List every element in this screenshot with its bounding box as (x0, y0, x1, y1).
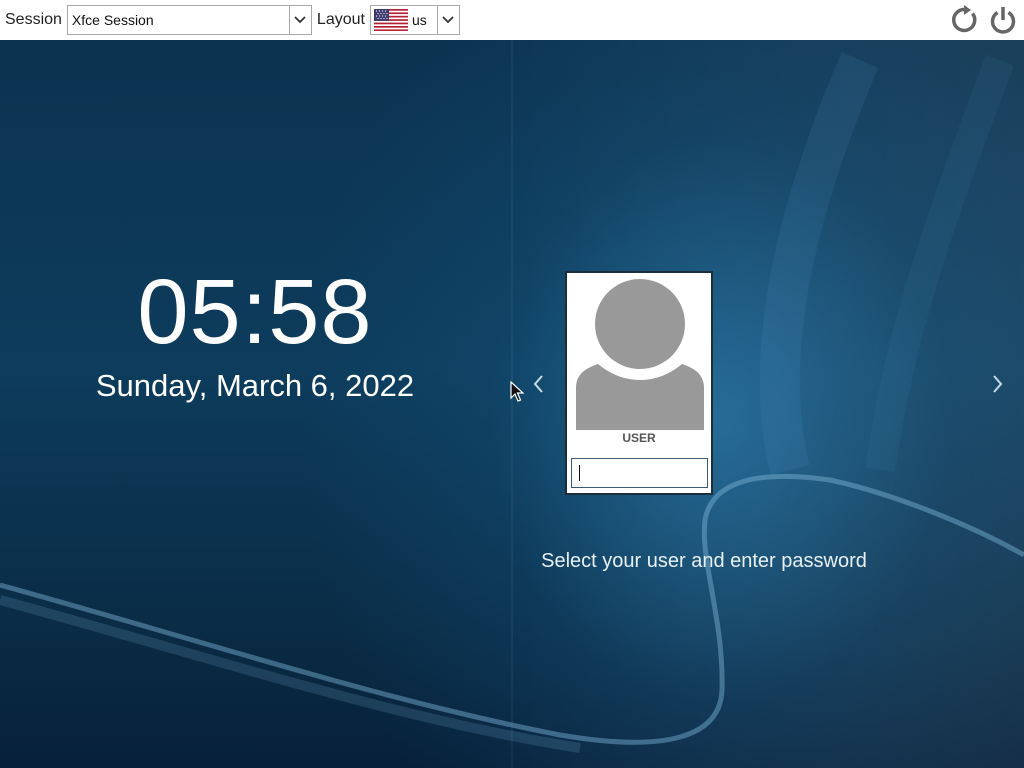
clock-date: Sunday, March 6, 2022 (95, 368, 415, 403)
power-buttons (950, 4, 1018, 36)
top-bar: Session Xfce Session Layout us (0, 0, 1024, 40)
user-avatar-icon (576, 279, 704, 430)
layout-dropdown[interactable]: us (369, 5, 460, 35)
login-hint: Select your user and enter password (541, 550, 867, 572)
restart-icon[interactable] (950, 4, 980, 36)
wallpaper-curves (0, 40, 1024, 768)
mouse-pointer-icon (510, 381, 524, 402)
clock-time: 05:58 (137, 261, 373, 363)
layout-label: Layout (316, 11, 365, 28)
chevron-right-icon[interactable] (987, 370, 1007, 398)
session-value: Xfce Session (71, 12, 154, 28)
background-wallpaper (0, 40, 1024, 768)
power-icon[interactable] (988, 4, 1018, 36)
chevron-down-icon[interactable] (436, 6, 459, 34)
username-label: USER (622, 431, 656, 445)
chevron-left-icon[interactable] (529, 370, 549, 398)
clock: 05:58 Sunday, March 6, 2022 (60, 262, 450, 404)
chevron-down-icon[interactable] (288, 6, 311, 34)
layout-value: us (411, 12, 427, 28)
session-dropdown[interactable]: Xfce Session (66, 5, 312, 35)
user-card[interactable]: USER (565, 271, 713, 495)
us-flag-icon (373, 9, 408, 31)
session-label: Session (5, 11, 62, 28)
password-field[interactable] (571, 458, 708, 488)
text-caret (579, 465, 580, 481)
